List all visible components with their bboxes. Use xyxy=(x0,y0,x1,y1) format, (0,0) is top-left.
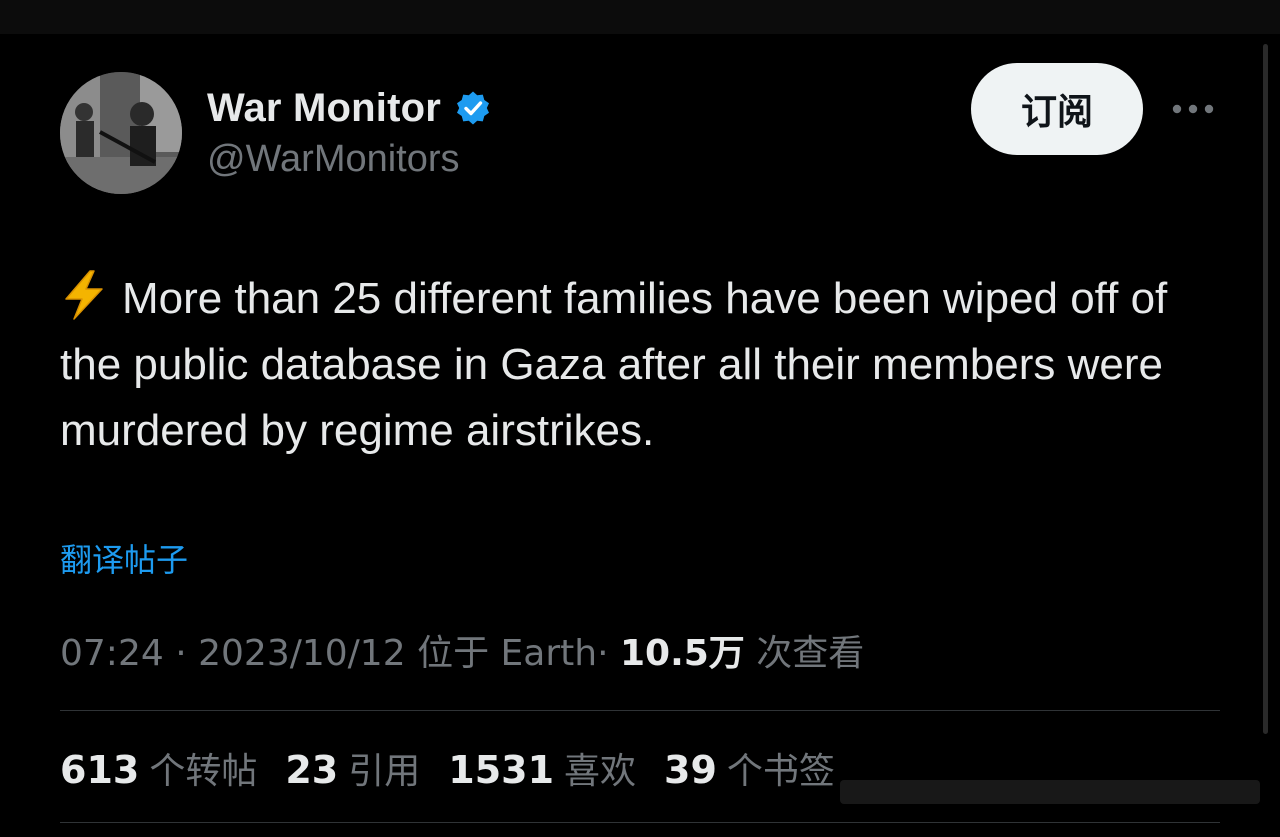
stat-label: 引用 xyxy=(348,751,421,792)
tweet-body: More than 25 different families have bee… xyxy=(60,274,1168,455)
avatar-photo xyxy=(60,72,182,194)
meta-separator: · xyxy=(175,633,187,674)
lightning-bolt-icon xyxy=(60,269,108,321)
author-name[interactable]: War Monitor xyxy=(207,86,441,131)
tweet-location: Earth xyxy=(500,633,598,674)
author-handle[interactable]: @WarMonitors xyxy=(207,138,460,181)
top-bar xyxy=(0,0,1280,34)
stat-count: 39 xyxy=(664,748,717,792)
reposts-stat[interactable]: 613 个转帖 xyxy=(60,742,257,794)
stat-label: 喜欢 xyxy=(564,751,637,792)
views-label: 次查看 xyxy=(756,633,865,674)
watermark xyxy=(840,772,1260,812)
likes-stat[interactable]: 1531 喜欢 xyxy=(448,742,636,794)
tweet-time[interactable]: 07:24 xyxy=(60,633,164,674)
stat-label: 个书签 xyxy=(726,751,835,792)
tweet-meta: 07:24 · 2023/10/12 位于 Earth· 10.5万 次查看 xyxy=(60,624,864,676)
quotes-stat[interactable]: 23 引用 xyxy=(285,742,420,794)
location-prefix: 位于 xyxy=(417,633,490,674)
divider xyxy=(60,822,1220,823)
views-count: 10.5万 xyxy=(619,633,745,674)
bookmarks-stat[interactable]: 39 个书签 xyxy=(664,742,835,794)
engagement-stats: 613 个转帖 23 引用 1531 喜欢 39 个书签 xyxy=(60,742,863,794)
tweet-text: More than 25 different families have bee… xyxy=(60,266,1220,464)
subscribe-button[interactable]: 订阅 xyxy=(971,63,1143,155)
author-name-row[interactable]: War Monitor xyxy=(207,84,491,132)
verified-badge-icon xyxy=(455,90,491,126)
stat-count: 1531 xyxy=(448,748,555,792)
more-options-icon[interactable] xyxy=(1170,96,1216,122)
avatar[interactable] xyxy=(60,72,182,194)
translate-post-link[interactable]: 翻译帖子 xyxy=(60,535,188,581)
stat-count: 613 xyxy=(60,748,140,792)
tweet-date[interactable]: 2023/10/12 xyxy=(198,633,406,674)
divider xyxy=(60,710,1220,711)
stat-label: 个转帖 xyxy=(149,751,258,792)
meta-separator: · xyxy=(597,633,609,674)
stat-count: 23 xyxy=(285,748,339,792)
scrollbar[interactable] xyxy=(1263,44,1268,734)
